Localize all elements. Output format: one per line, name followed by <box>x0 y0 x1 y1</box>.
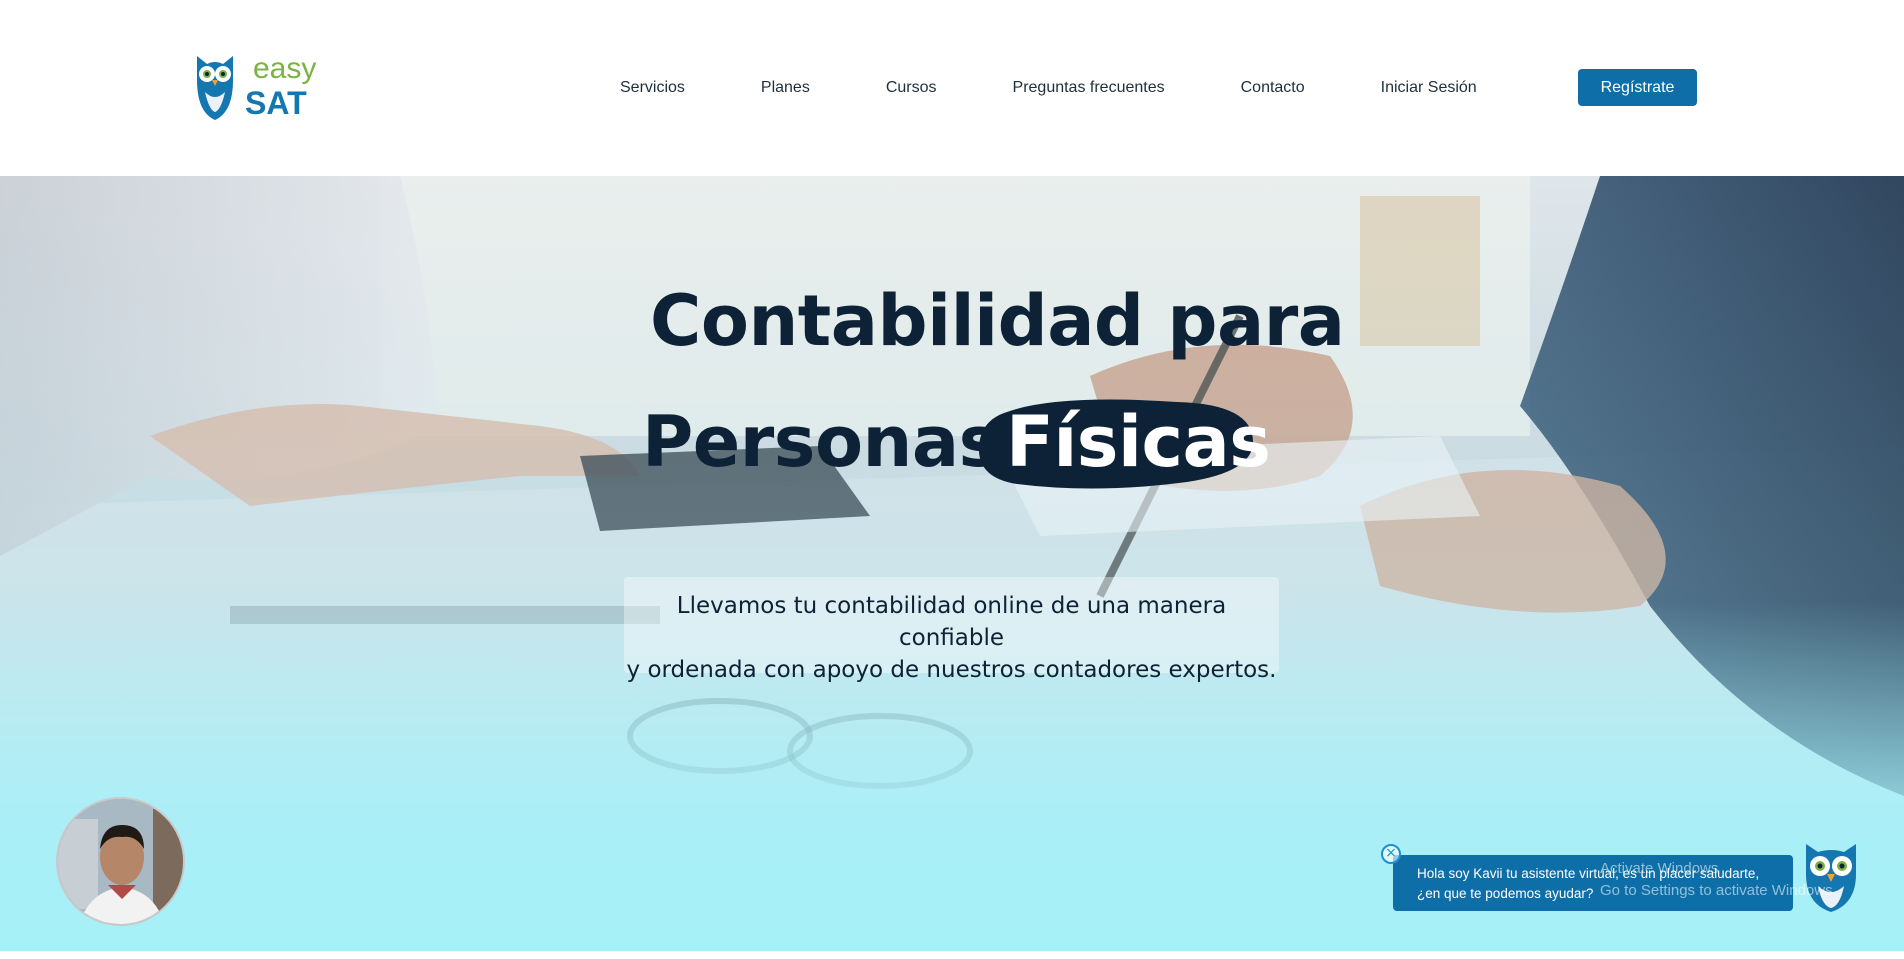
nav-contacto[interactable]: Contacto <box>1241 79 1305 97</box>
site-header: easy SAT Servicios Planes Cursos Pregunt… <box>0 0 1904 176</box>
chat-close-icon[interactable]: × <box>1381 844 1401 864</box>
easysat-logo[interactable]: easy SAT <box>193 50 328 126</box>
nav-planes[interactable]: Planes <box>761 79 810 97</box>
hero-headline-line1: Contabilidad para <box>650 280 1345 362</box>
svg-text:SAT: SAT <box>245 85 307 121</box>
watermark-line2: Go to Settings to activate Windows. <box>1600 882 1837 899</box>
presenter-video-avatar-icon <box>58 799 183 924</box>
owl-logo-icon: easy SAT <box>197 52 316 121</box>
nav-cursos[interactable]: Cursos <box>886 79 937 97</box>
watermark-line1: Activate Windows <box>1600 860 1719 877</box>
hero-subtitle-line1: Llevamos tu contabilidad online de una m… <box>676 593 1227 651</box>
presenter-video-bubble[interactable] <box>56 797 185 926</box>
hero-headline-highlight: Físicas <box>1006 401 1271 483</box>
nav-preguntas-frecuentes[interactable]: Preguntas frecuentes <box>1013 79 1165 97</box>
windows-activation-watermark: Activate Windows Go to Settings to activ… <box>1600 858 1837 902</box>
page-bottom-edge <box>0 951 1904 959</box>
hero-subtitle: Llevamos tu contabilidad online de una m… <box>624 590 1279 686</box>
hero-section: Contabilidad para Personas Físicas Lleva… <box>0 176 1904 951</box>
main-nav: Servicios Planes Cursos Preguntas frecue… <box>620 70 1553 106</box>
nav-iniciar-sesion[interactable]: Iniciar Sesión <box>1381 79 1477 97</box>
hero-headline-line2: Personas <box>642 401 1000 483</box>
hero-subtitle-line2: y ordenada con apoyo de nuestros contado… <box>626 657 1277 683</box>
register-button[interactable]: Regístrate <box>1578 69 1697 106</box>
nav-servicios[interactable]: Servicios <box>620 79 685 97</box>
svg-text:easy: easy <box>253 52 316 85</box>
